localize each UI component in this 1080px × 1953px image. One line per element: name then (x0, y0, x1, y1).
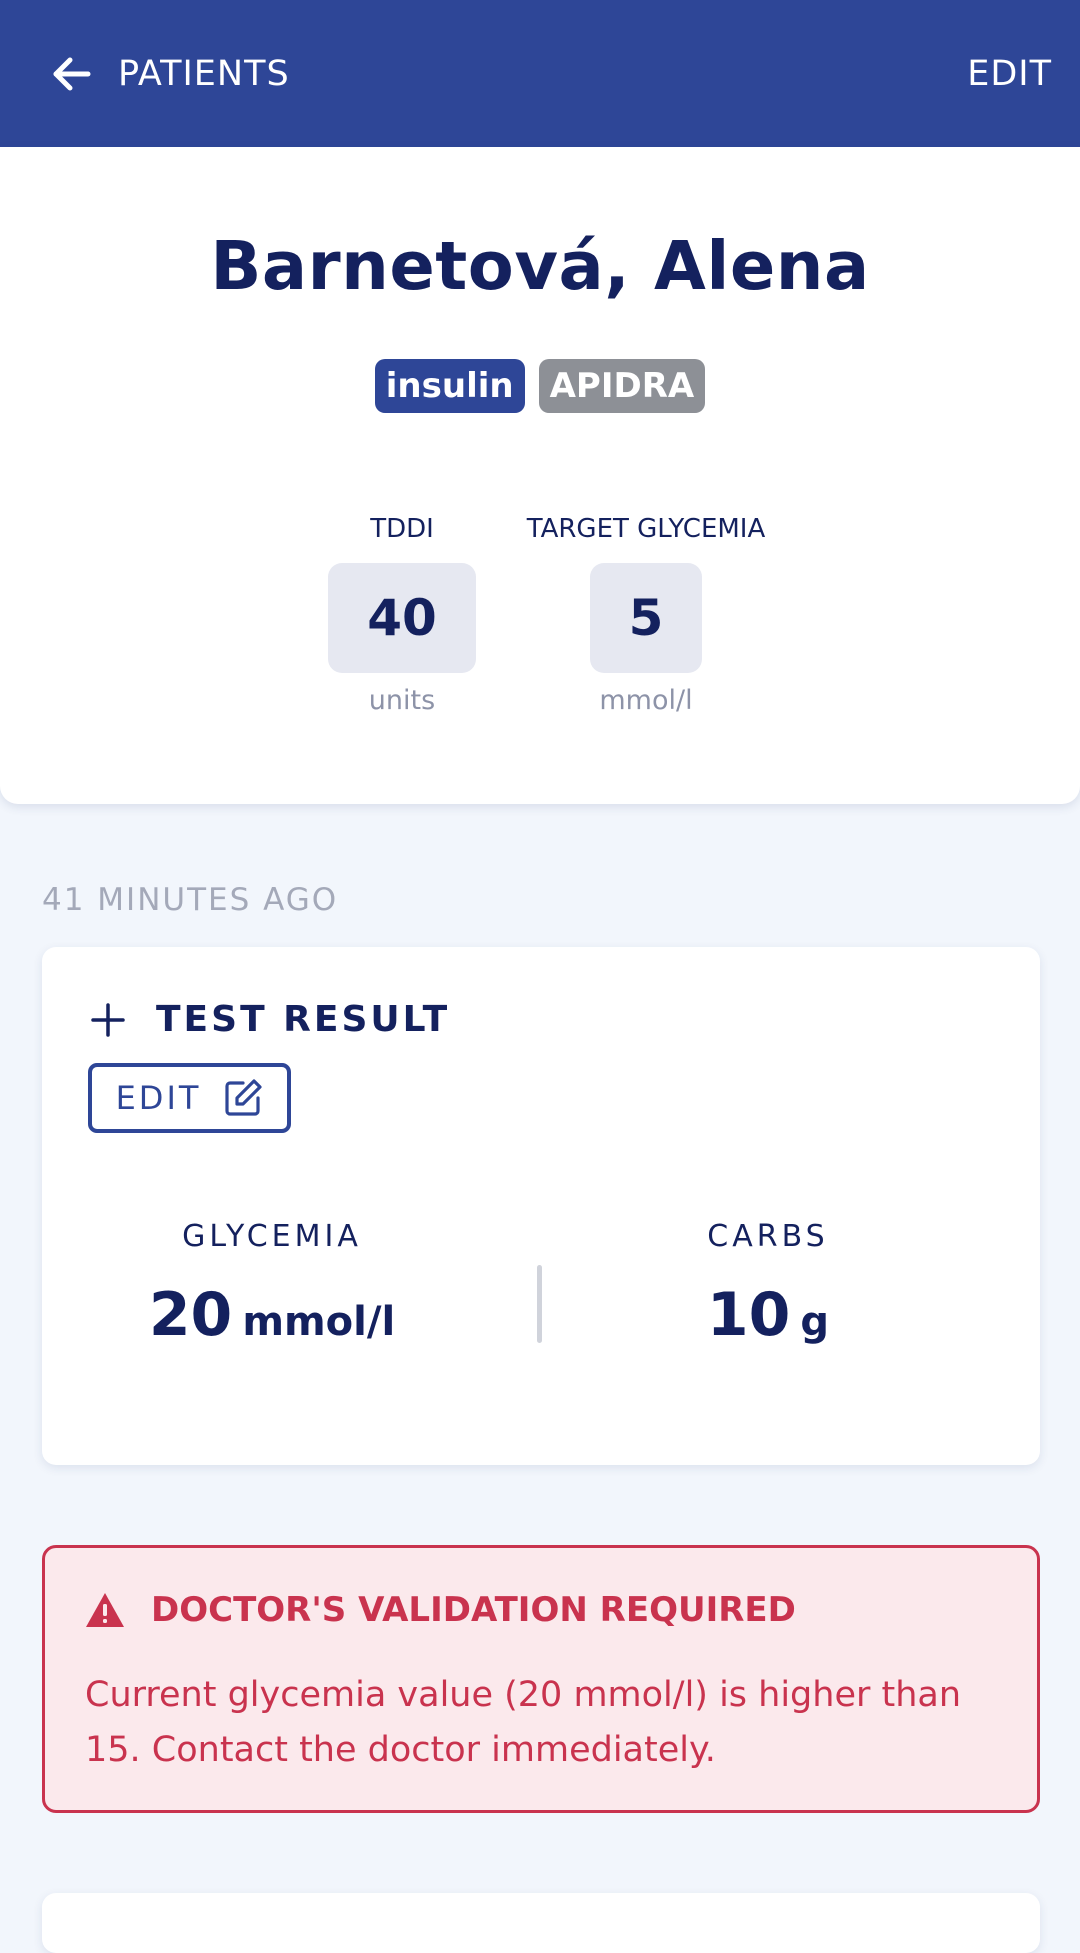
doctor-validation-alert: DOCTOR'S VALIDATION REQUIRED Current gly… (42, 1545, 1040, 1813)
carbs-value: 10 g (638, 1280, 898, 1350)
test-result-title: TEST RESULT (90, 999, 450, 1040)
stat-target-glycemia: TARGET GLYCEMIA 5 mmol/l (520, 509, 772, 716)
glycemia-metric: GLYCEMIA 20 mmol/l (112, 1219, 432, 1350)
carbs-label: CARBS (707, 1219, 829, 1254)
glycemia-number: 20 (148, 1280, 233, 1350)
glycemia-value: 20 mmol/l (112, 1280, 432, 1350)
plus-icon (91, 1002, 125, 1037)
entry-timestamp: 41 MINUTES AGO (42, 882, 339, 918)
back-to-patients-button[interactable]: PATIENTS (48, 50, 290, 98)
glycemia-label: GLYCEMIA (182, 1219, 362, 1254)
carbs-unit: g (800, 1299, 830, 1345)
edit-square-icon (225, 1079, 263, 1116)
patient-summary-card: Barnetová, Alena insulin APIDRA TDDI 40 … (0, 147, 1080, 804)
stat-value: 40 (328, 563, 476, 673)
next-entry-card (42, 1893, 1040, 1953)
back-label: PATIENTS (118, 53, 290, 94)
alert-title: DOCTOR'S VALIDATION REQUIRED (85, 1590, 796, 1630)
stat-label: TARGET GLYCEMIA (526, 514, 766, 544)
test-result-label: TEST RESULT (156, 999, 451, 1040)
stat-unit: units (368, 685, 436, 716)
carbs-number: 10 (706, 1280, 791, 1350)
alert-message: Current glycemia value (20 mmol/l) is hi… (85, 1675, 962, 1770)
warning-triangle-icon (86, 1593, 124, 1627)
badge-drug: APIDRA (538, 359, 706, 413)
carbs-metric: CARBS 10 g (638, 1219, 898, 1350)
test-result-card: TEST RESULT EDIT GLYCEMIA 20 mmol/l CARBS… (42, 947, 1040, 1465)
glycemia-unit: mmol/l (242, 1299, 396, 1345)
arrow-left-icon (53, 57, 91, 90)
edit-patient-button[interactable]: EDIT (967, 54, 1052, 94)
alert-title-text: DOCTOR'S VALIDATION REQUIRED (151, 1590, 796, 1630)
therapy-badges: insulin APIDRA (0, 359, 1080, 413)
stat-tddi: TDDI 40 units (322, 509, 482, 716)
stat-label: TDDI (370, 514, 434, 544)
edit-entry-button[interactable]: EDIT (88, 1063, 291, 1133)
metric-divider (537, 1265, 542, 1343)
stat-unit: mmol/l (599, 685, 693, 716)
badge-insulin: insulin (374, 359, 525, 413)
stat-value: 5 (590, 563, 702, 673)
patient-name: Barnetová, Alena (210, 227, 870, 305)
app-bar: PATIENTS EDIT (0, 0, 1080, 147)
edit-entry-label: EDIT (115, 1079, 202, 1117)
